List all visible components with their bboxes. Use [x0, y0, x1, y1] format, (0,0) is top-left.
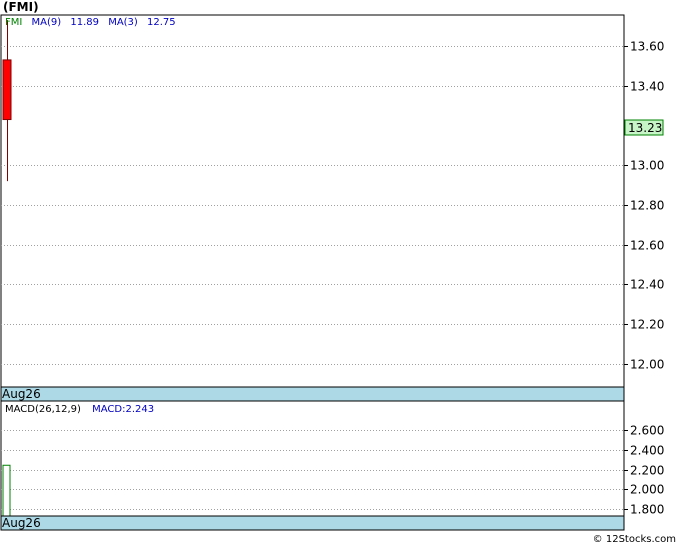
price-date-label: Aug26 [2, 387, 41, 401]
macd-tick-label: 2.000 [630, 483, 664, 497]
candle-body [2, 59, 12, 121]
macd-date-label: Aug26 [2, 516, 41, 530]
price-tick-label: 13.00 [630, 159, 664, 173]
current-price-label: 13.23 [628, 121, 662, 135]
price-panel: 12.00 12.20 12.40 12.60 12.80 13.00 13.40 13.60… [0, 14, 664, 403]
price-tick-label: 12.80 [630, 199, 664, 213]
macd-legend: MACD(26,12,9) MACD:2.243 [5, 404, 154, 415]
macd-plot-frame [0, 400, 625, 531]
price-tick-label: 13.60 [630, 40, 664, 54]
legend-ma9-value: 11.89 [70, 17, 99, 28]
macd-legend-value: MACD:2.243 [92, 404, 154, 415]
price-tick-label: 13.40 [630, 80, 664, 94]
macd-tick-label: 2.600 [630, 424, 664, 438]
price-tick-label: 12.40 [630, 278, 664, 292]
macd-bar [2, 464, 11, 517]
chart-title: (FMI) [3, 0, 39, 14]
macd-legend-label: MACD(26,12,9) [5, 404, 81, 415]
chart: (FMI) 12.00 12.20 12.40 12.60 12.80 13.00 13.4… [0, 0, 676, 545]
price-legend: FMI MA(9) 11.89 MA(3) 12.75 [5, 17, 176, 28]
macd-tick-label: 1.800 [630, 503, 664, 517]
footer-copyright: © 12Stocks.com [593, 534, 676, 545]
macd-tick-label: 2.200 [630, 464, 664, 478]
legend-ma3-value: 12.75 [147, 17, 176, 28]
price-tick-label: 12.00 [630, 358, 664, 372]
legend-ma3-label: MA(3) [108, 17, 138, 28]
macd-tick-label: 2.400 [630, 444, 664, 458]
macd-marks [2, 464, 11, 517]
price-date-band [0, 386, 625, 402]
macd-date-band [0, 515, 625, 531]
price-tick-label: 12.20 [630, 318, 664, 332]
price-axis-ticks: 12.00 12.20 12.40 12.60 12.80 13.00 13.40 13.60 [624, 40, 664, 372]
price-plot-frame [0, 14, 625, 403]
macd-panel: 1.800 2.000 2.200 2.400 2.600 MACD(26,12,9) … [0, 400, 664, 531]
macd-axis-ticks: 1.800 2.000 2.200 2.400 2.600 [624, 424, 664, 517]
price-tick-label: 12.60 [630, 239, 664, 253]
legend-ma9-label: MA(9) [32, 17, 62, 28]
legend-symbol: FMI [5, 17, 22, 28]
